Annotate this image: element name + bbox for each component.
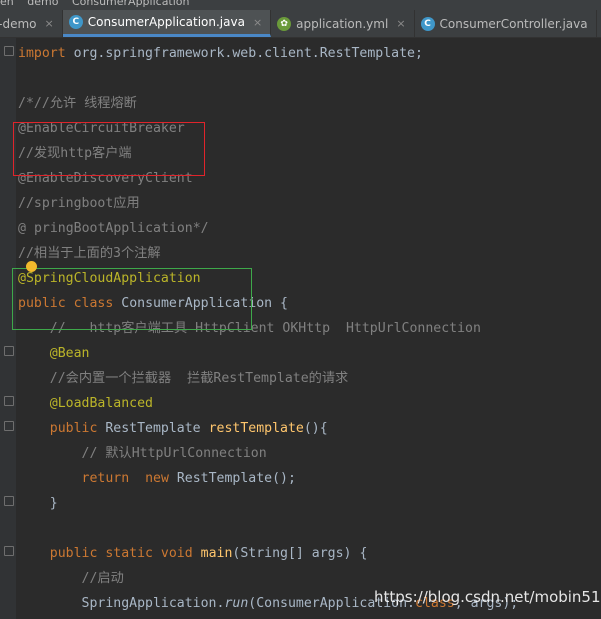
code-line-commented-annotation: @ pringBootApplication*/ xyxy=(18,221,209,236)
fold-marker-icon[interactable] xyxy=(4,421,14,431)
fold-marker-icon[interactable] xyxy=(4,496,14,506)
fold-marker-icon[interactable] xyxy=(4,46,14,56)
tab-label: ConsumerApplication.java xyxy=(87,15,245,29)
tab-label: r-demo xyxy=(0,16,37,31)
tab-consumer-application[interactable]: C ConsumerApplication.java × xyxy=(62,10,272,37)
code-line-main-declaration: public static void main(String[] args) { xyxy=(49,546,368,561)
red-highlight-box xyxy=(13,122,205,176)
java-class-icon: C xyxy=(68,15,83,29)
fold-marker-icon[interactable] xyxy=(4,396,14,406)
breadcrumb-item[interactable]: demo xyxy=(27,0,58,8)
code-line-comment: /*//允许 线程熔断 xyxy=(18,96,137,111)
code-line-comment: //会内置一个拦截器 拦截RestTemplate的请求 xyxy=(18,371,349,386)
yml-file-icon: ✿ xyxy=(277,16,292,31)
tab-r-demo[interactable]: r-demo × xyxy=(0,10,63,37)
code-line-brace: } xyxy=(18,496,58,511)
code-line-return: return new RestTemplate(); xyxy=(81,471,296,486)
watermark: https://blog.csdn.net/mobin518 xyxy=(374,588,601,606)
breadcrumb: en demo ConsumerApplication xyxy=(0,0,601,10)
code-line-import: import org.springframework.web.client.Re… xyxy=(18,46,423,61)
code-line-comment: //相当于上面的3个注解 xyxy=(18,246,161,261)
tab-label: application.yml xyxy=(296,16,389,31)
fold-marker-icon[interactable] xyxy=(4,346,14,356)
close-icon[interactable]: × xyxy=(45,17,54,30)
code-line-comment: // 默认HttpUrlConnection xyxy=(18,446,267,461)
code-editor[interactable]: import org.springframework.web.client.Re… xyxy=(0,38,601,619)
lightbulb-icon[interactable] xyxy=(26,261,37,272)
green-highlight-box xyxy=(12,268,252,330)
tab-consumer-controller[interactable]: C ConsumerController.java xyxy=(415,10,597,37)
code-line-method-declaration: public RestTemplate restTemplate(){ xyxy=(49,421,328,436)
breadcrumb-item[interactable]: ConsumerApplication xyxy=(72,0,190,8)
breadcrumb-item[interactable]: en xyxy=(0,0,14,8)
code-line-annotation: @LoadBalanced xyxy=(49,396,153,411)
close-icon[interactable]: × xyxy=(396,17,405,30)
fold-marker-icon[interactable] xyxy=(4,546,14,556)
tab-application-yml[interactable]: ✿ application.yml × xyxy=(271,10,415,37)
code-line-comment: //springboot应用 xyxy=(18,196,140,211)
code-line-annotation: @Bean xyxy=(49,346,90,361)
editor-tab-bar: r-demo × C ConsumerApplication.java × ✿ … xyxy=(0,10,601,38)
java-class-icon: C xyxy=(420,16,435,31)
tab-label: ConsumerController.java xyxy=(439,16,588,31)
close-icon[interactable]: × xyxy=(253,16,262,29)
